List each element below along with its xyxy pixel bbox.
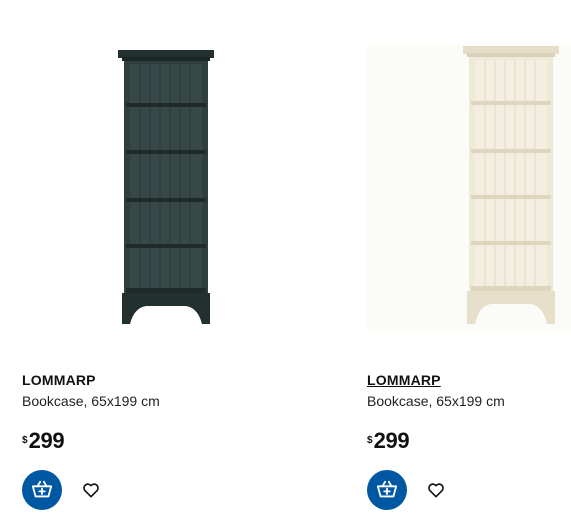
product-name[interactable]: LOMMARP bbox=[22, 372, 96, 388]
heart-icon bbox=[428, 483, 444, 498]
product-name[interactable]: LOMMARP bbox=[367, 372, 441, 388]
product-card[interactable]: LOMMARP Bookcase, 65x199 cm $ 299 bbox=[22, 0, 252, 520]
save-to-favourites-button[interactable] bbox=[79, 478, 103, 502]
price-currency: $ bbox=[367, 435, 373, 446]
product-image[interactable] bbox=[345, 40, 571, 336]
add-to-cart-icon bbox=[376, 480, 398, 498]
save-to-favourites-button[interactable] bbox=[424, 478, 448, 502]
price-amount: 299 bbox=[373, 428, 410, 453]
bookcase-white-image bbox=[367, 44, 571, 332]
heart-icon bbox=[83, 483, 99, 498]
price-currency: $ bbox=[22, 435, 28, 446]
price-amount: 299 bbox=[28, 428, 65, 453]
product-description: Bookcase, 65x199 cm bbox=[367, 393, 505, 409]
add-to-cart-icon bbox=[31, 480, 53, 498]
product-card[interactable]: LOMMARP Bookcase, 65x199 cm $ 299 bbox=[345, 0, 571, 520]
product-image[interactable] bbox=[22, 40, 248, 336]
add-to-cart-button[interactable] bbox=[22, 470, 62, 510]
product-description: Bookcase, 65x199 cm bbox=[22, 393, 160, 409]
product-price: $ 299 bbox=[22, 428, 65, 454]
bookcase-dark-image bbox=[118, 50, 214, 324]
product-price: $ 299 bbox=[367, 428, 410, 454]
add-to-cart-button[interactable] bbox=[367, 470, 407, 510]
